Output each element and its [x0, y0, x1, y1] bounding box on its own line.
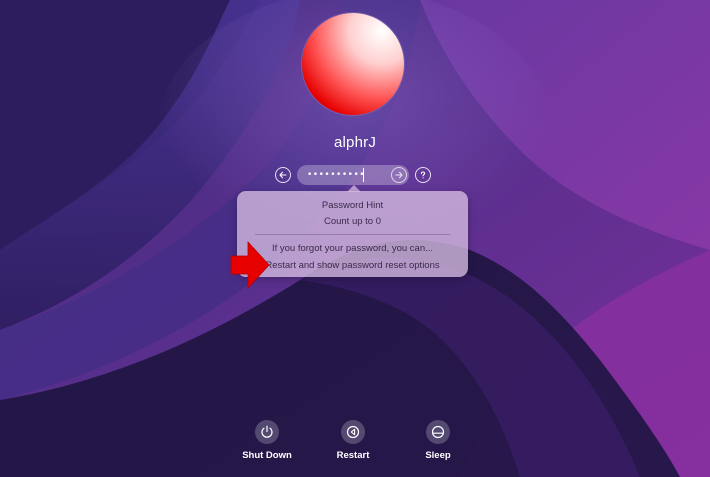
- submit-button[interactable]: [391, 167, 407, 183]
- user-avatar[interactable]: [302, 13, 404, 115]
- shut-down-label: Shut Down: [242, 450, 292, 461]
- restart-label: Restart: [336, 450, 370, 461]
- restart-icon: [341, 420, 365, 444]
- red-arrow-annotation-icon: [230, 240, 270, 290]
- back-arrow-icon: [279, 171, 287, 179]
- hint-title: Password Hint: [321, 200, 384, 211]
- help-icon: [420, 171, 426, 179]
- sleep-label: Sleep: [425, 450, 451, 461]
- shut-down-button[interactable]: Shut Down: [232, 420, 302, 461]
- forgot-password-text: If you forgot your password, you can...: [271, 243, 434, 254]
- sleep-button[interactable]: Sleep: [403, 420, 473, 461]
- back-button[interactable]: [275, 167, 291, 183]
- password-hint-popover: Password Hint Count up to 0 If you forgo…: [237, 191, 468, 277]
- password-dots: ••••••••••: [307, 170, 366, 180]
- submit-arrow-icon: [395, 171, 403, 179]
- hint-text: Count up to 0: [323, 216, 382, 227]
- popover-divider: [255, 234, 450, 235]
- sleep-icon: [426, 420, 450, 444]
- reset-password-link[interactable]: Restart and show password reset options: [237, 260, 468, 271]
- help-button[interactable]: [415, 167, 431, 183]
- username-label: alphrJ: [333, 134, 377, 151]
- text-caret: [363, 168, 364, 182]
- restart-button[interactable]: Restart: [318, 420, 388, 461]
- power-icon: [255, 420, 279, 444]
